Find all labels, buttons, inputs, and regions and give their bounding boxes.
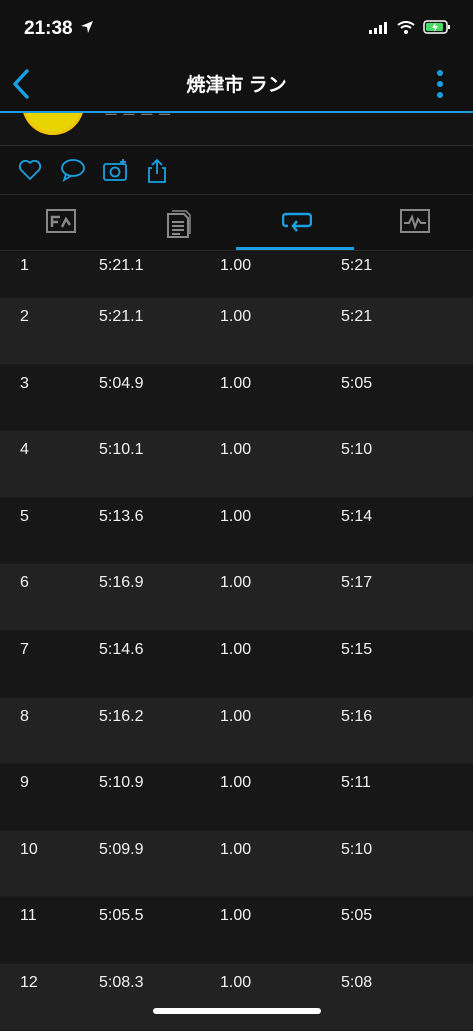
lap-number: 2 bbox=[20, 308, 29, 325]
lap-time: 5:14.6 bbox=[99, 640, 144, 658]
table-row[interactable]: 9 5:10.9 1.00 5:11 bbox=[0, 764, 473, 831]
lap-number: 4 bbox=[20, 441, 29, 459]
table-row[interactable]: 2 5:21.1 1.00 5:21 bbox=[0, 298, 473, 365]
active-tab-indicator bbox=[236, 247, 354, 250]
lap-distance: 1.00 bbox=[220, 973, 252, 991]
tab-laps[interactable] bbox=[236, 195, 354, 250]
tab-graph[interactable] bbox=[354, 195, 472, 250]
action-bar bbox=[0, 146, 473, 195]
lap-distance: 1.00 bbox=[220, 441, 252, 459]
map-icon bbox=[46, 209, 76, 235]
avatar bbox=[22, 113, 84, 135]
battery-charging-icon bbox=[423, 20, 451, 39]
lap-number: 11 bbox=[20, 907, 37, 925]
table-row[interactable]: 6 5:16.9 1.00 5:17 bbox=[0, 564, 473, 631]
lap-number: 3 bbox=[20, 374, 29, 392]
lap-time: 5:05.5 bbox=[99, 907, 144, 925]
lap-time: 5:10.1 bbox=[99, 441, 144, 459]
like-button[interactable] bbox=[18, 158, 42, 182]
laps-table: 1 5:21.1 1.00 5:21 2 5:21.1 1.00 5:21 3 5:04.9 1.0… bbox=[0, 252, 473, 1031]
lap-number: 9 bbox=[20, 774, 29, 792]
add-photo-button[interactable] bbox=[103, 158, 127, 182]
table-row[interactable]: 1 5:21.1 1.00 5:21 bbox=[0, 252, 473, 298]
lap-number: 6 bbox=[20, 574, 29, 592]
lap-time: 5:10.9 bbox=[99, 774, 144, 792]
lap-pace: 5:05 bbox=[341, 907, 373, 925]
status-bar: 21:38 bbox=[0, 0, 473, 56]
graph-icon bbox=[400, 209, 430, 235]
lap-time: 5:13.6 bbox=[99, 507, 144, 525]
lap-pace: 5:05 bbox=[341, 374, 373, 392]
tab-bar bbox=[0, 195, 473, 251]
lap-time: 5:09.9 bbox=[99, 840, 144, 858]
lap-pace: 5:16 bbox=[341, 707, 373, 725]
table-row[interactable]: 10 5:09.9 1.00 5:10 bbox=[0, 830, 473, 898]
lap-time: 5:16.2 bbox=[99, 707, 144, 725]
table-row[interactable]: 4 5:10.1 1.00 5:10 bbox=[0, 431, 473, 498]
heart-icon bbox=[18, 159, 42, 180]
lap-distance: 1.00 bbox=[220, 707, 252, 725]
share-button[interactable] bbox=[146, 158, 170, 183]
laps-icon bbox=[281, 209, 313, 235]
table-row[interactable]: 3 5:04.9 1.00 5:05 bbox=[0, 364, 473, 432]
wifi-icon bbox=[397, 20, 415, 39]
table-row[interactable]: 7 5:14.6 1.00 5:15 bbox=[0, 630, 473, 698]
activity-header: ー ー ー ー bbox=[0, 113, 473, 146]
lap-number: 10 bbox=[20, 840, 38, 858]
lap-pace: 5:08 bbox=[341, 973, 373, 991]
lap-time: 5:04.9 bbox=[99, 374, 144, 392]
share-icon bbox=[148, 158, 166, 183]
lap-pace: 5:14 bbox=[341, 507, 373, 525]
lap-pace: 5:15 bbox=[341, 640, 373, 658]
lap-distance: 1.00 bbox=[220, 257, 252, 274]
lap-number: 5 bbox=[20, 507, 29, 525]
page-title: 焼津市 ラン bbox=[186, 75, 287, 96]
lap-number: 12 bbox=[20, 973, 38, 991]
lap-number: 8 bbox=[20, 707, 29, 725]
lap-distance: 1.00 bbox=[220, 640, 252, 658]
status-time: 21:38 bbox=[24, 18, 73, 39]
more-options-button[interactable] bbox=[437, 70, 443, 98]
add-photo-icon bbox=[103, 159, 127, 181]
lap-distance: 1.00 bbox=[220, 840, 252, 858]
lap-pace: 5:21 bbox=[341, 257, 373, 274]
lap-number: 7 bbox=[20, 640, 29, 658]
lap-distance: 1.00 bbox=[220, 574, 252, 592]
lap-distance: 1.00 bbox=[220, 907, 252, 925]
tab-details[interactable] bbox=[118, 195, 236, 250]
table-row[interactable]: 11 5:05.5 1.00 5:05 bbox=[0, 897, 473, 964]
lap-distance: 1.00 bbox=[220, 308, 252, 325]
lap-time: 5:16.9 bbox=[99, 574, 144, 592]
lap-time: 5:21.1 bbox=[99, 257, 144, 274]
lap-pace: 5:21 bbox=[341, 308, 373, 325]
tab-map[interactable] bbox=[0, 195, 118, 250]
table-row[interactable]: 5 5:13.6 1.00 5:14 bbox=[0, 497, 473, 565]
comment-button[interactable] bbox=[60, 158, 85, 182]
details-icon bbox=[164, 209, 192, 238]
lap-number: 1 bbox=[20, 257, 29, 274]
lap-distance: 1.00 bbox=[220, 507, 252, 525]
comment-icon bbox=[61, 159, 85, 182]
lap-pace: 5:11 bbox=[341, 774, 371, 792]
lap-time: 5:21.1 bbox=[99, 308, 144, 325]
home-indicator[interactable] bbox=[153, 1008, 321, 1014]
lap-distance: 1.00 bbox=[220, 374, 252, 392]
activity-subtitle: ー ー ー ー bbox=[104, 113, 172, 123]
lap-pace: 5:10 bbox=[341, 840, 373, 858]
lap-pace: 5:10 bbox=[341, 441, 373, 459]
cellular-signal-icon bbox=[369, 21, 389, 39]
lap-pace: 5:17 bbox=[341, 574, 373, 592]
navigation-bar: 焼津市 ラン bbox=[0, 56, 473, 112]
status-indicators bbox=[369, 20, 451, 39]
lap-distance: 1.00 bbox=[220, 774, 252, 792]
table-row[interactable]: 12 5:08.3 1.00 5:08 bbox=[0, 963, 473, 1031]
location-arrow-icon bbox=[80, 20, 94, 39]
table-row[interactable]: 8 5:16.2 1.00 5:16 bbox=[0, 697, 473, 765]
lap-time: 5:08.3 bbox=[99, 973, 144, 991]
